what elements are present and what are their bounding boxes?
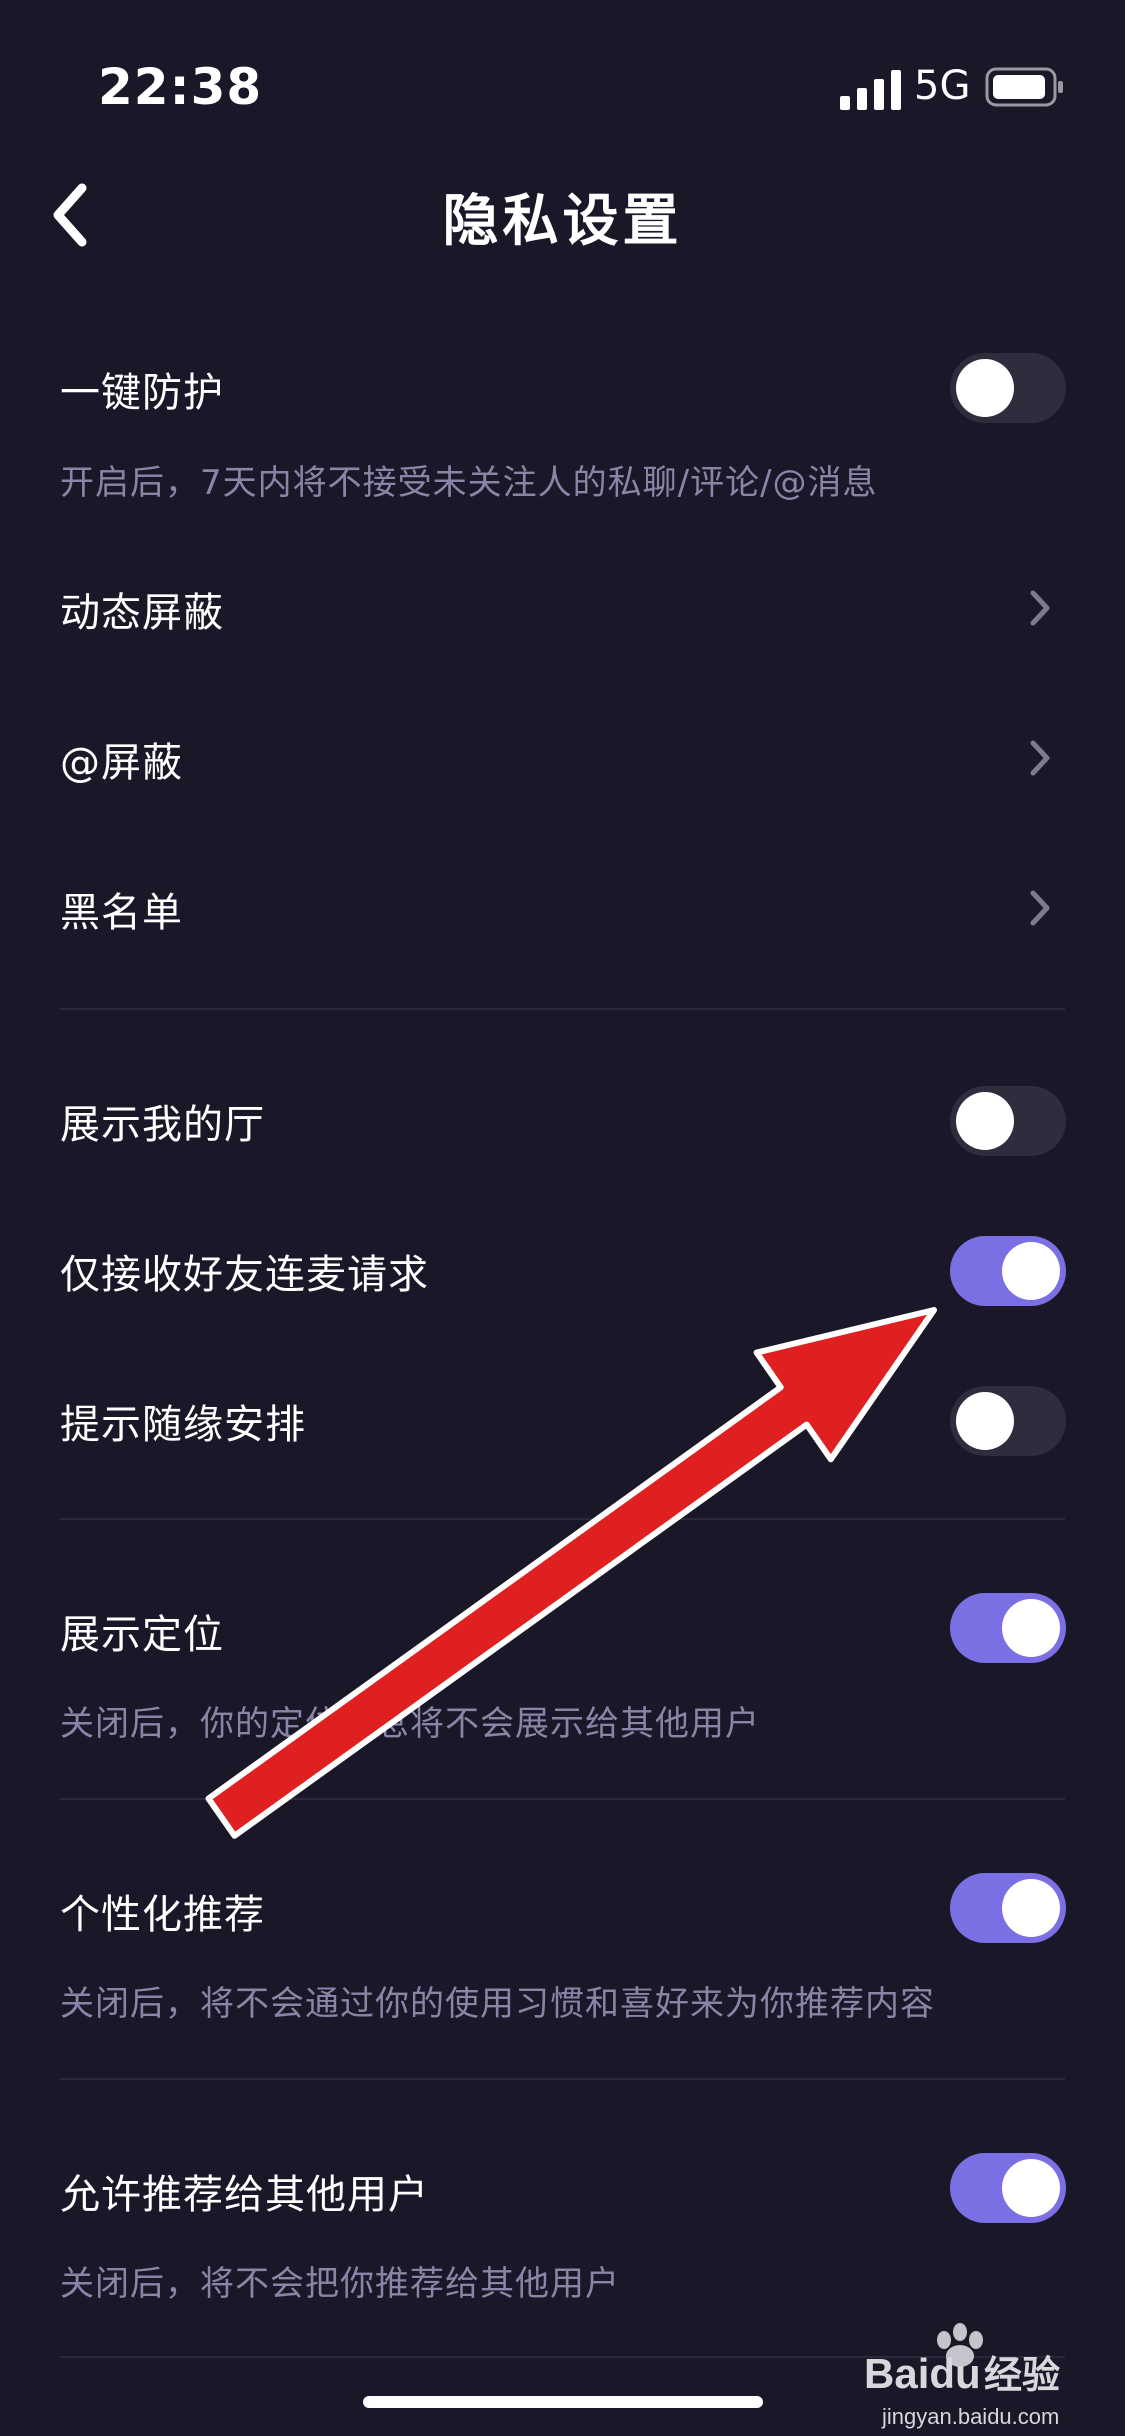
random-arrange-hint-label: 提示随缘安排 [60, 1402, 306, 1448]
friends-mic-only-label: 仅接收好友连麦请求 [60, 1252, 429, 1298]
show-my-hall-toggle[interactable] [950, 1086, 1066, 1156]
battery-icon [985, 67, 1063, 107]
section-divider [60, 1008, 1065, 1010]
show-location-toggle[interactable] [950, 1593, 1066, 1663]
section-divider [60, 2078, 1065, 2080]
toggle-knob [1002, 1242, 1060, 1300]
network-type: 5G [914, 63, 971, 109]
one-key-protect-desc: 开启后，7天内将不接受未关注人的私聊/评论/@消息 [60, 463, 878, 503]
chevron-right-icon[interactable] [1028, 738, 1052, 778]
toggle-knob [1002, 1879, 1060, 1937]
blacklist-label[interactable]: 黑名单 [60, 880, 183, 938]
personalized-recommend-toggle[interactable] [950, 1873, 1066, 1943]
chevron-right-icon[interactable] [1028, 588, 1052, 628]
random-arrange-hint-toggle[interactable] [950, 1386, 1066, 1456]
allow-recommend-toggle[interactable] [950, 2153, 1066, 2223]
page-title: 隐私设置 [442, 189, 683, 254]
personalized-recommend-label: 个性化推荐 [60, 1892, 265, 1938]
watermark-url: jingyan.baidu.com [881, 2404, 1059, 2429]
section-divider [60, 1798, 1065, 1800]
toggle-knob [956, 359, 1014, 417]
watermark-text: 经验 [984, 2353, 1060, 2397]
show-location-desc: 关闭后，你的定位信息将不会展示给其他用户 [60, 1704, 760, 1744]
toggle-knob [956, 1392, 1014, 1450]
one-key-protect-label: 一键防护 [60, 370, 224, 416]
toggle-knob [956, 1092, 1014, 1150]
section-divider [60, 1518, 1065, 1520]
status-time: 22:38 [98, 58, 263, 116]
allow-recommend-desc: 关闭后，将不会把你推荐给其他用户 [60, 2264, 620, 2304]
toggle-knob [1002, 1599, 1060, 1657]
allow-recommend-label: 允许推荐给其他用户 [60, 2172, 429, 2218]
home-indicator[interactable] [363, 2396, 763, 2408]
show-my-hall-label: 展示我的厅 [60, 1102, 265, 1148]
dynamic-block-label[interactable]: 动态屏蔽 [60, 580, 224, 638]
show-location-label: 展示定位 [60, 1612, 224, 1658]
at-block-label[interactable]: @屏蔽 [60, 730, 183, 788]
personalized-recommend-desc: 关闭后，将不会通过你的使用习惯和喜好来为你推荐内容 [60, 1984, 935, 2024]
baidu-jingyan-watermark: Baidu 经验 jingyan.baidu.com [864, 2323, 1060, 2429]
watermark-brand: Baidu [864, 2350, 981, 2397]
chevron-right-icon[interactable] [1028, 888, 1052, 928]
toggle-knob [1002, 2159, 1060, 2217]
one-key-protect-toggle[interactable] [950, 353, 1066, 423]
signal-icon [840, 70, 901, 110]
friends-mic-only-toggle[interactable] [950, 1236, 1066, 1306]
